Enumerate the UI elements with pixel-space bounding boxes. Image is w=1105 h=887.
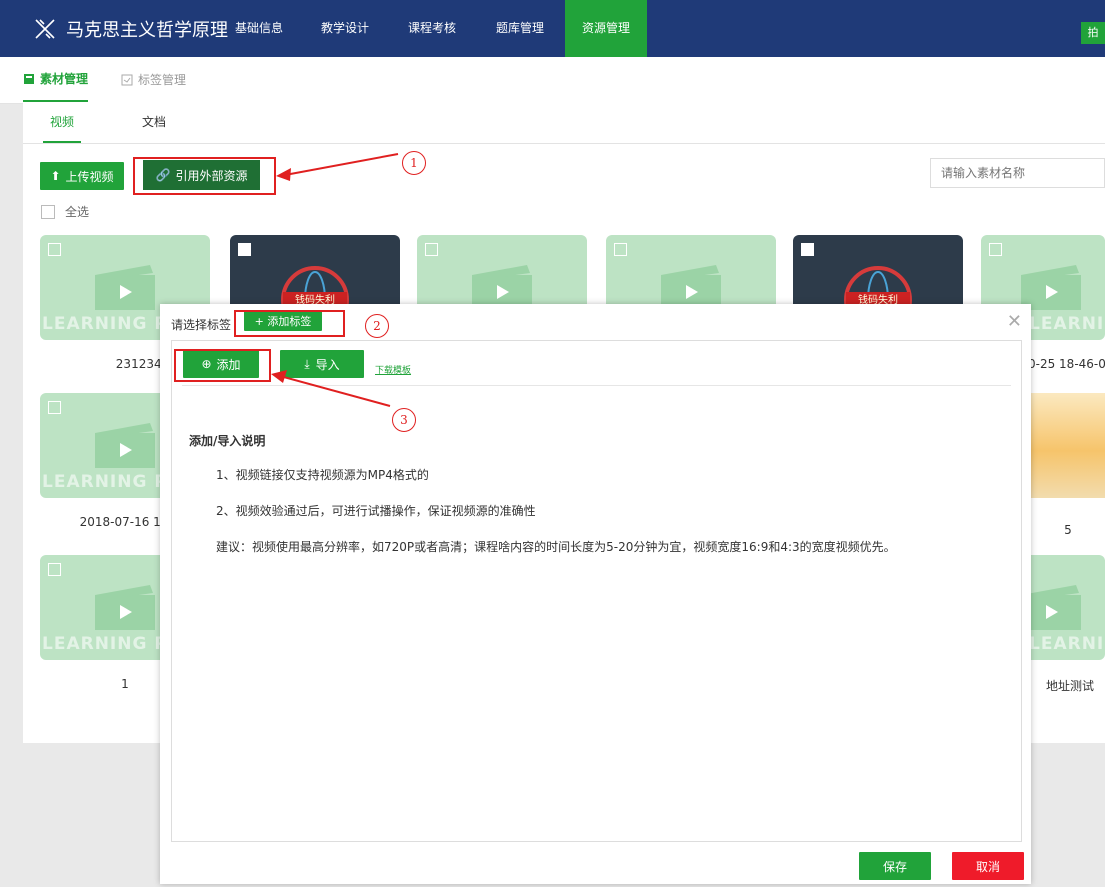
tag-icon	[121, 74, 133, 86]
tag-select-label: 请选择标签	[171, 318, 232, 332]
card-watermark: LEARNING PLATF	[1029, 314, 1105, 334]
tab-video[interactable]: 视频	[43, 103, 81, 143]
card-checkbox[interactable]	[48, 401, 61, 414]
annotation-number-3: 3	[392, 408, 416, 432]
app-title: 马克思主义哲学原理	[66, 19, 228, 41]
import-button-label: 导入	[315, 357, 340, 372]
subtab-label: 标签管理	[138, 73, 187, 87]
top-right-button[interactable]: 拍	[1081, 22, 1105, 44]
subtab-label: 素材管理	[40, 71, 89, 86]
select-all-checkbox[interactable]	[41, 204, 55, 219]
annotation-number-2: 2	[365, 314, 389, 338]
annotation-box-2	[234, 310, 345, 337]
modal-body: ⊕ 添加 ⤓ 导入 下载模板 添加/导入说明 1、视频链接仅支持视频源为MP4格…	[171, 340, 1022, 842]
download-icon: ⤓	[304, 356, 310, 371]
media-tabs: 视频 文档	[23, 103, 1105, 144]
nav-item-resource-management[interactable]: 资源管理	[565, 0, 647, 57]
card-checkbox[interactable]	[425, 243, 438, 256]
card-caption: 5	[1064, 523, 1072, 537]
instruction-line-1: 1、视频链接仅支持视频源为MP4格式的	[216, 468, 429, 482]
import-button[interactable]: ⤓ 导入	[280, 350, 364, 378]
annotation-box-3	[174, 349, 271, 382]
material-icon	[24, 73, 34, 84]
annotation-box-1	[133, 157, 276, 195]
nav-item-course-assessment[interactable]: 课程考核	[396, 0, 468, 57]
card-checkbox[interactable]	[48, 563, 61, 576]
card-checkbox[interactable]	[238, 243, 251, 256]
card-checkbox[interactable]	[801, 243, 814, 256]
video-placeholder-icon	[95, 585, 155, 630]
crossed-tools-icon	[35, 18, 55, 39]
search-input[interactable]	[930, 158, 1105, 188]
instruction-line-2: 2、视频效验通过后，可进行试播操作，保证视频源的准确性	[216, 504, 536, 518]
app-brand[interactable]: 马克思主义哲学原理	[34, 0, 228, 57]
video-placeholder-icon	[95, 423, 155, 468]
save-button[interactable]: 保存	[859, 852, 931, 880]
video-placeholder-icon	[95, 265, 155, 310]
card-checkbox[interactable]	[48, 243, 61, 256]
toolbar-divider	[182, 385, 1011, 386]
card-caption: 0-25 18-46-0	[1028, 357, 1105, 371]
top-nav: 马克思主义哲学原理 基础信息 教学设计 课程考核 题库管理 资源管理 拍	[0, 0, 1105, 57]
card-caption: 地址测试	[1045, 679, 1094, 693]
download-template-link[interactable]: 下载模板	[375, 363, 411, 376]
instruction-suggestion: 建议：视频使用最高分辨率，如720P或者高清；课程啥内容的时间长度为5-20分钟…	[216, 540, 896, 554]
upload-video-label: 上传视频	[65, 169, 114, 184]
cancel-button[interactable]: 取消	[952, 852, 1024, 880]
nav-item-question-bank[interactable]: 题库管理	[484, 0, 556, 57]
sub-nav: 素材管理 标签管理	[0, 57, 1105, 104]
add-resource-modal: 请选择标签 + 添加标签 ✕ ⊕ 添加 ⤓ 导入 下载模板 添加/导入说明 1、…	[160, 304, 1031, 884]
subtab-tag-management[interactable]: 标签管理	[121, 57, 186, 103]
close-icon[interactable]: ✕	[1007, 311, 1022, 332]
card-watermark: LEARNING PLATF	[1029, 634, 1105, 654]
nav-item-basic-info[interactable]: 基础信息	[223, 0, 295, 57]
instructions-title: 添加/导入说明	[189, 434, 266, 448]
nav-item-teaching-design[interactable]: 教学设计	[309, 0, 381, 57]
annotation-number-1: 1	[402, 151, 426, 175]
tab-document[interactable]: 文档	[135, 103, 173, 141]
card-checkbox[interactable]	[989, 243, 1002, 256]
select-all-label: 全选	[65, 205, 90, 219]
card-checkbox[interactable]	[614, 243, 627, 256]
upload-video-button[interactable]: ⬆ 上传视频	[40, 162, 124, 190]
upload-icon: ⬆	[50, 169, 61, 183]
subtab-material-management[interactable]: 素材管理	[23, 57, 89, 102]
select-all[interactable]: 全选	[41, 203, 89, 220]
